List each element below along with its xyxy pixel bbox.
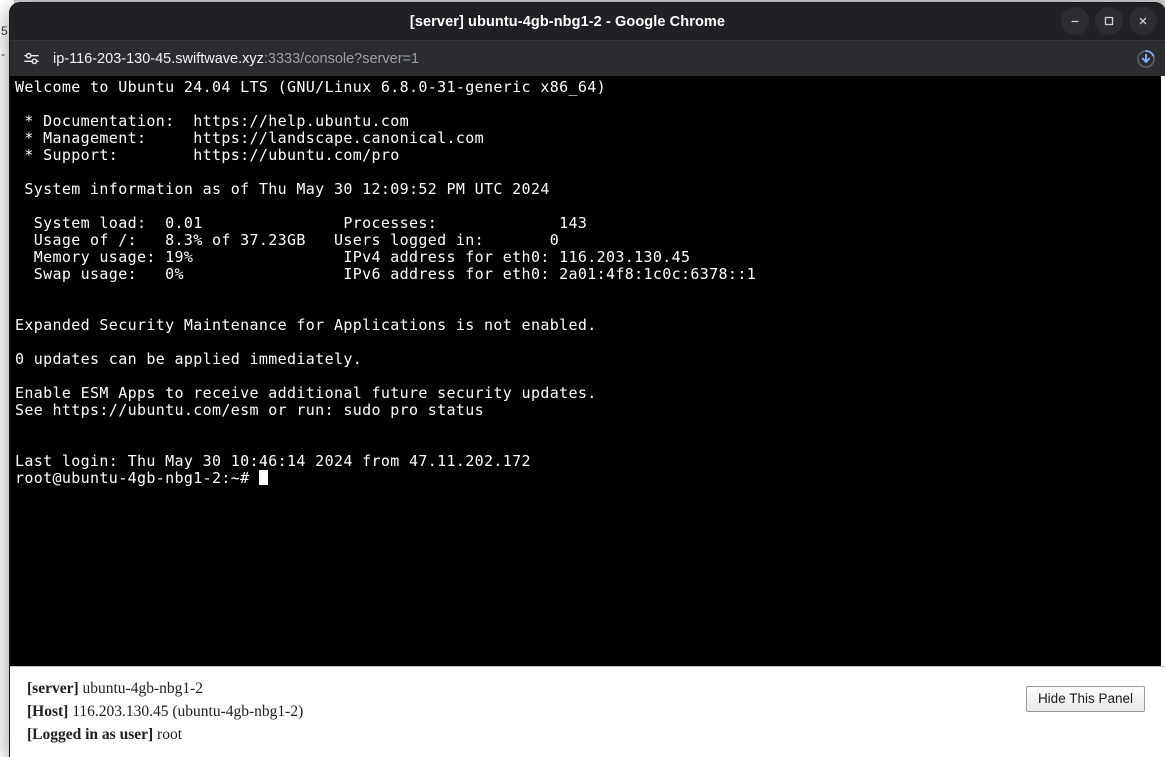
minimize-button[interactable]	[1061, 7, 1089, 35]
terminal-line: Expanded Security Maintenance for Applic…	[15, 316, 597, 334]
terminal-line: Enable ESM Apps to receive additional fu…	[15, 384, 597, 402]
terminal-cursor	[258, 470, 268, 485]
server-info-value: ubuntu-4gb-nbg1-2	[78, 680, 204, 697]
terminal-line: * Support: https://ubuntu.com/pro	[15, 146, 400, 164]
server-info-row: [Host] 116.203.130.45 (ubuntu-4gb-nbg1-2…	[27, 700, 1151, 723]
terminal-prompt: root@ubuntu-4gb-nbg1-2:~#	[15, 469, 259, 487]
server-info-row: [server] ubuntu-4gb-nbg1-2	[27, 677, 1151, 700]
server-info-label: [Host]	[27, 703, 69, 720]
terminal-line: See https://ubuntu.com/esm or run: sudo …	[15, 401, 485, 419]
chrome-browser-window: [server] ubuntu-4gb-nbg1-2 - Google Chro…	[10, 3, 1165, 757]
page-viewport: Welcome to Ubuntu 24.04 LTS (GNU/Linux 6…	[10, 76, 1165, 757]
terminal-line: * Management: https://landscape.canonica…	[15, 129, 485, 147]
close-button[interactable]	[1129, 7, 1157, 35]
terminal-line: Usage of /: 8.3% of 37.23GB Users logged…	[15, 231, 560, 249]
url-host: ip-116-203-130-45.swiftwave.xyz	[53, 50, 264, 67]
server-info-label: [Logged in as user]	[27, 726, 154, 743]
url-path: :3333/console?server=1	[263, 50, 420, 67]
tune-icon[interactable]	[18, 46, 44, 72]
maximize-button[interactable]	[1095, 7, 1123, 35]
server-info-value: 116.203.130.45 (ubuntu-4gb-nbg1-2)	[68, 703, 304, 720]
server-info-lines: [server] ubuntu-4gb-nbg1-2 [Host] 116.203…	[27, 677, 1151, 746]
terminal-prompt-line[interactable]: root@ubuntu-4gb-nbg1-2:~#	[15, 470, 1161, 487]
terminal-line: Memory usage: 19% IPv4 address for eth0:…	[15, 248, 691, 266]
hide-this-panel-button[interactable]: Hide This Panel	[1025, 686, 1145, 712]
server-info-row: [Logged in as user] root	[27, 723, 1151, 746]
terminal-line: System information as of Thu May 30 12:0…	[15, 180, 550, 198]
address-bar[interactable]: ip-116-203-130-45.swiftwave.xyz:3333/con…	[53, 51, 1127, 67]
server-info-value: root	[153, 726, 183, 743]
terminal-panel[interactable]: Welcome to Ubuntu 24.04 LTS (GNU/Linux 6…	[10, 76, 1165, 666]
server-info-label: [server]	[27, 680, 79, 697]
terminal-line: Last login: Thu May 30 10:46:14 2024 fro…	[15, 452, 531, 470]
background-window-text-1: 5	[1, 24, 8, 38]
window-title: [server] ubuntu-4gb-nbg1-2 - Google Chro…	[409, 13, 726, 30]
terminal-output[interactable]: Welcome to Ubuntu 24.04 LTS (GNU/Linux 6…	[10, 76, 1161, 666]
terminal-line: 0 updates can be applied immediately.	[15, 350, 363, 368]
terminal-line: System load: 0.01 Processes: 143	[15, 214, 588, 232]
download-icon[interactable]	[1133, 46, 1159, 72]
background-window-text-2: -	[1, 47, 5, 61]
terminal-line: Swap usage: 0% IPv6 address for eth0: 2a…	[15, 265, 757, 283]
server-info-panel: [server] ubuntu-4gb-nbg1-2 [Host] 116.203…	[10, 666, 1165, 757]
window-title-bar[interactable]: [server] ubuntu-4gb-nbg1-2 - Google Chro…	[10, 3, 1165, 40]
terminal-line: * Documentation: https://help.ubuntu.com	[15, 112, 409, 130]
browser-toolbar: ip-116-203-130-45.swiftwave.xyz:3333/con…	[10, 40, 1165, 76]
window-controls	[1061, 7, 1157, 35]
terminal-line: Welcome to Ubuntu 24.04 LTS (GNU/Linux 6…	[15, 78, 606, 96]
